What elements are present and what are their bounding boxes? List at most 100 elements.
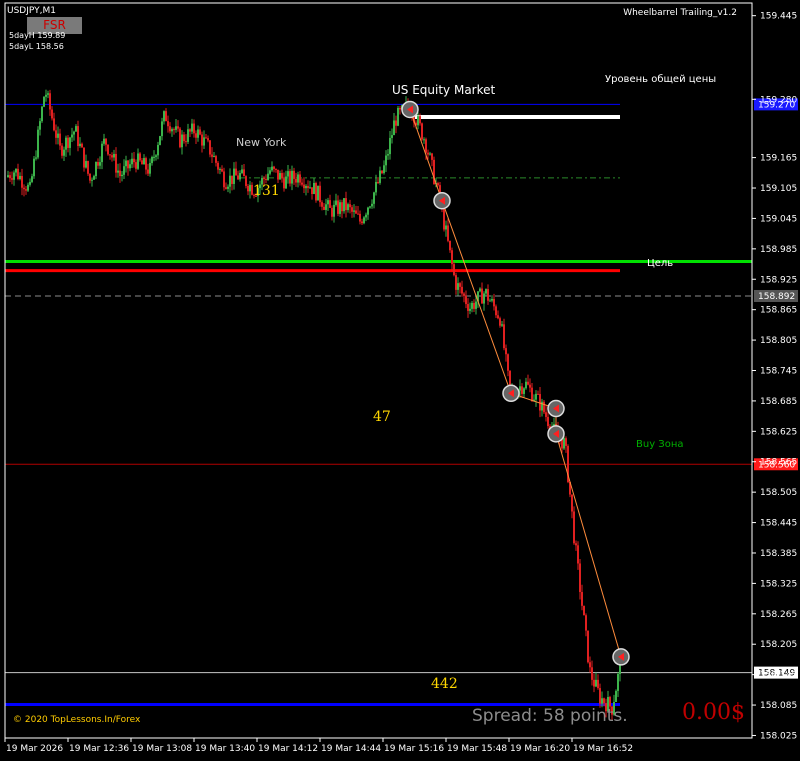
candle-body (39, 121, 41, 130)
candle-body (373, 192, 375, 204)
candle-body (597, 679, 599, 689)
candle-body (301, 182, 303, 185)
candle-body (35, 157, 37, 159)
x-tick-label-4: 19 Mar 14:12 (258, 744, 318, 754)
candle-body (63, 149, 65, 156)
candle-body (385, 155, 387, 166)
y-tick-label-7: 158.865 (760, 306, 797, 316)
y-tick-label-3: 159.105 (760, 184, 797, 194)
candle-body (41, 106, 43, 122)
candle-body (129, 164, 131, 169)
candle-body (427, 152, 429, 155)
candle-body (121, 174, 123, 177)
candle-body (267, 173, 269, 181)
price-chart[interactable]: 159.270158.892158.560158.149 159.445159.… (0, 0, 800, 761)
candle-body (153, 156, 155, 158)
candle-body (499, 318, 501, 326)
candle-body (117, 170, 119, 173)
candle-body (27, 184, 29, 191)
candle-body (119, 170, 121, 177)
candle-body (171, 129, 173, 132)
candle-body (539, 394, 541, 411)
candle-body (479, 288, 481, 292)
candle-body (291, 170, 293, 184)
y-tick-label-21: 158.025 (760, 731, 797, 741)
candle-body (349, 204, 351, 208)
candle-body (271, 166, 273, 171)
candle-body (287, 171, 289, 177)
trade-path-segment (409, 109, 443, 201)
candle-body (209, 140, 211, 155)
y-tick-label-0: 159.445 (760, 12, 797, 22)
candle-body (461, 286, 463, 294)
candle-body (189, 129, 191, 132)
new-york-label: New York (236, 136, 287, 149)
y-tick-label-12: 158.565 (760, 458, 797, 468)
candle-body (565, 438, 567, 446)
spread-readout: Spread: 58 points. (472, 706, 628, 726)
candle-body (453, 264, 455, 276)
candle-body (501, 324, 503, 326)
chart-symbol: USDJPY,M1 (7, 6, 56, 16)
candle-body (99, 162, 101, 166)
candle-body (375, 181, 377, 193)
candle-body (155, 155, 157, 157)
candle-body (599, 688, 601, 704)
candle-body (115, 153, 117, 173)
candle-body (293, 170, 295, 179)
candle-body (235, 168, 237, 176)
candle-body (363, 217, 365, 224)
candle-body (443, 206, 445, 230)
candle-body (173, 129, 175, 131)
price-axis: 159.445 159.280 159.165 159.105 159.045 158.9… (4, 2, 797, 741)
candle-body (283, 178, 285, 189)
candle-body (109, 154, 111, 156)
candle-body (97, 161, 99, 166)
candle-body (457, 283, 459, 290)
candle-body (73, 131, 75, 135)
candle-body (23, 187, 25, 190)
candle-body (303, 184, 305, 189)
candle-body (91, 179, 93, 181)
candle-body (59, 133, 61, 146)
x-tick-label-1: 19 Mar 12:36 (69, 744, 129, 754)
candle-body (61, 145, 63, 156)
plot-frame (4, 2, 753, 739)
candle-body (383, 165, 385, 174)
candles (7, 89, 621, 721)
candle-body (491, 299, 493, 301)
y-tick-label-2: 159.165 (760, 154, 797, 164)
time-axis: 19 Mar 2026 19 Mar 12:36 19 Mar 13:08 19 Ma… (4, 738, 633, 754)
candle-body (277, 169, 279, 180)
trade-path-segment (441, 200, 512, 394)
candle-body (321, 202, 323, 207)
y-tick-label-6: 158.925 (760, 275, 797, 285)
candle-body (351, 207, 353, 212)
candle-body (21, 175, 23, 188)
candle-body (465, 295, 467, 305)
candle-body (323, 206, 325, 210)
y-tick-label-1: 159.280 (760, 95, 797, 105)
y-tick-label-19: 158.145 (760, 671, 797, 681)
candle-body (417, 116, 419, 126)
x-tick-label-0: 19 Mar 2026 (6, 744, 63, 754)
y-tick-label-5: 158.985 (760, 245, 797, 255)
candle-body (55, 130, 57, 138)
candle-body (361, 221, 363, 224)
candle-body (93, 176, 95, 180)
candle-body (47, 93, 49, 95)
candle-body (243, 169, 245, 177)
candle-body (135, 162, 137, 169)
candle-body (81, 143, 83, 148)
candle-body (369, 206, 371, 208)
candle-body (187, 129, 189, 142)
candle-body (229, 175, 231, 187)
candle-body (19, 175, 21, 180)
candle-body (337, 200, 339, 214)
candle-body (123, 166, 125, 175)
candle-body (575, 543, 577, 546)
candle-body (71, 134, 73, 138)
five-day-high: 5dayH 159.89 (9, 31, 66, 40)
general-price-level-label: Уровень общей цены (605, 74, 717, 85)
x-tick-label-9: 19 Mar 16:52 (573, 744, 633, 754)
